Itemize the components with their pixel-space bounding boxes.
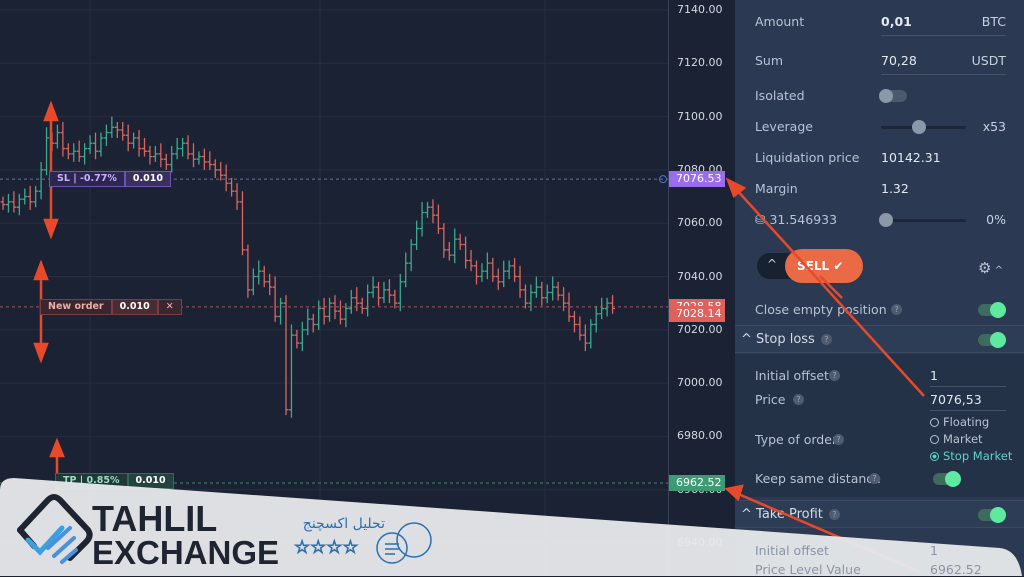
rating-stars-icon: ☆☆☆☆ bbox=[294, 537, 359, 558]
tp-price-input[interactable]: 6962.52 bbox=[930, 562, 982, 577]
tp-offset-label: Initial offset bbox=[755, 543, 829, 558]
tp-offset-input[interactable]: 1 bbox=[930, 543, 938, 558]
logo-persian: تحلیل اکسچنج bbox=[303, 516, 385, 532]
logo-line2: EXCHANGE bbox=[92, 534, 279, 571]
logo-line1: TAHLIL bbox=[92, 498, 217, 539]
watermark: TAHLIL EXCHANGE تحلیل اکسچنج ☆☆☆☆ bbox=[0, 478, 1022, 576]
tp-price-label: Price Level Value bbox=[755, 562, 861, 577]
